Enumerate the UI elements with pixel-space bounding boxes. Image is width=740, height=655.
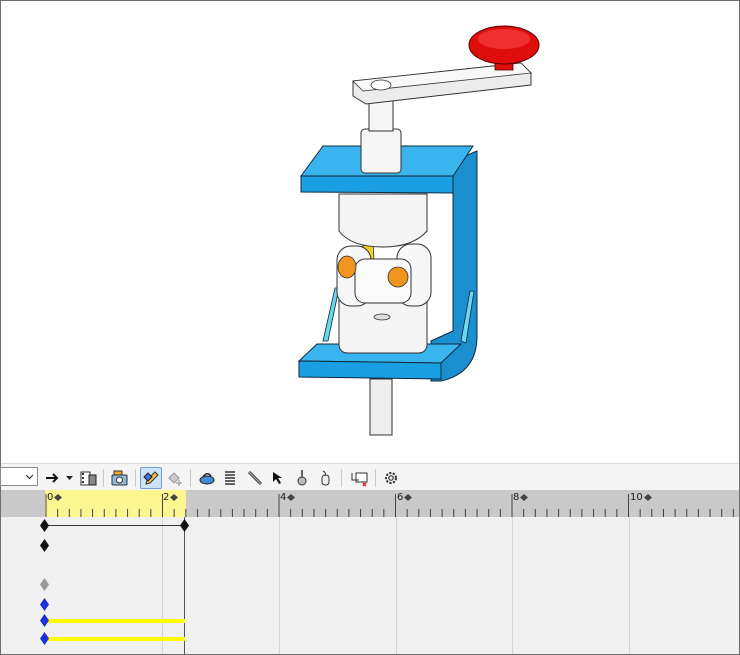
key-marker-icon [404, 494, 413, 501]
toolbar-separator [341, 469, 342, 487]
ruler-label-0: 0 [47, 492, 63, 503]
gridline [512, 517, 513, 654]
ruler-label-8: 8 [513, 492, 529, 503]
key-marker-icon [643, 494, 652, 501]
ruler-label-4: 4 [280, 492, 296, 503]
keyframe-blue[interactable] [40, 614, 49, 627]
settings-icon[interactable] [380, 467, 402, 489]
film-calc-icon[interactable] [77, 467, 99, 489]
study-type-combo[interactable] [0, 467, 38, 486]
time-ruler[interactable]: 0 2 4 6 8 10 [1, 490, 739, 517]
keyframe-black[interactable] [40, 539, 49, 552]
pointer-icon[interactable] [268, 467, 288, 489]
arrow-right-icon[interactable] [43, 467, 63, 489]
spring-icon[interactable] [220, 467, 240, 489]
key-marker-icon [170, 494, 179, 501]
gridline [396, 517, 397, 654]
key-marker-icon [287, 494, 296, 501]
gridline [279, 517, 280, 654]
keyframe-black[interactable] [40, 519, 49, 532]
track-duration-line [48, 525, 185, 526]
gridline [162, 517, 163, 654]
damper-icon[interactable] [315, 467, 335, 489]
toolbar-separator [190, 469, 191, 487]
motor-icon[interactable] [196, 467, 218, 489]
assembly-model[interactable] [1, 1, 739, 463]
key-marker-icon [54, 494, 63, 501]
timeline-tracks[interactable] [1, 517, 739, 654]
keyframe-black[interactable] [180, 519, 189, 532]
keyframe-blue[interactable] [40, 632, 49, 645]
results-icon[interactable] [347, 467, 371, 489]
ruler-ticks [45, 494, 734, 517]
gravity-icon[interactable] [292, 467, 312, 489]
track-bar-yellow[interactable] [48, 619, 185, 623]
camera-icon[interactable] [108, 467, 132, 489]
chevron-down-icon [25, 474, 34, 480]
ruler-label-6: 6 [397, 492, 413, 503]
keyframe-blue[interactable] [40, 598, 49, 611]
contact-icon[interactable] [244, 467, 266, 489]
key-marker-icon [520, 494, 529, 501]
key-add-icon[interactable] [164, 467, 186, 489]
graphics-viewport[interactable] [1, 1, 739, 463]
track-bar-yellow[interactable] [48, 637, 185, 641]
toolbar-separator [135, 469, 136, 487]
dropdown-icon[interactable] [64, 467, 74, 489]
keyframe-edit-icon[interactable] [140, 467, 162, 489]
motion-toolbar [0, 463, 739, 491]
time-bar[interactable] [184, 517, 185, 654]
motion-timeline[interactable]: 0 2 4 6 8 10 [1, 490, 739, 654]
gridline [629, 517, 630, 654]
toolbar-separator [103, 469, 104, 487]
toolbar-separator [375, 469, 376, 487]
ruler-label-10: 10 [630, 492, 652, 503]
ruler-label-2: 2 [163, 492, 179, 503]
keyframe-gray[interactable] [40, 578, 49, 591]
